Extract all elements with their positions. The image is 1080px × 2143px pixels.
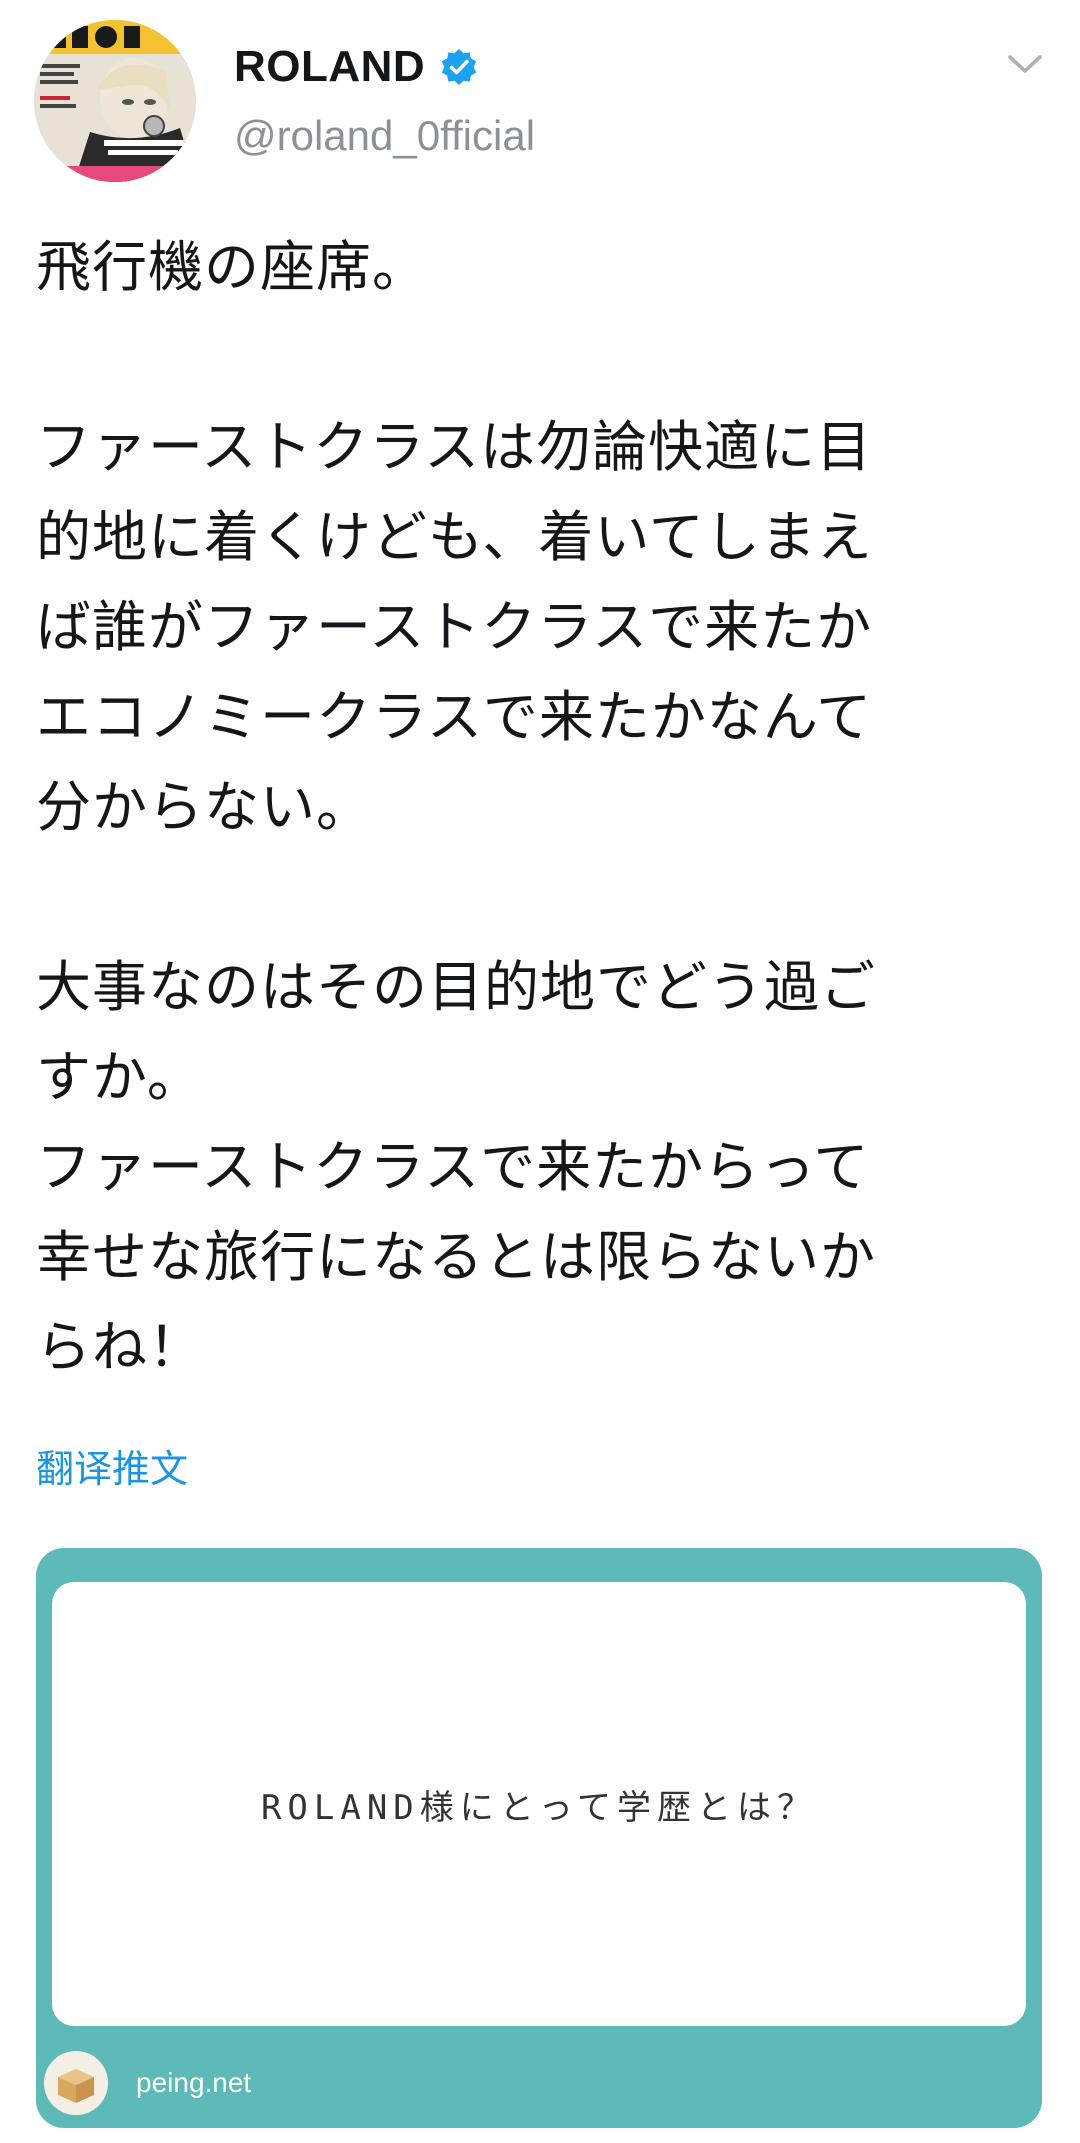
magazine-cover-avatar-icon — [34, 20, 196, 182]
tweet-line: すか。 — [36, 1045, 203, 1109]
verified-badge-icon — [439, 47, 479, 87]
tweet-line: 飛行機の座席。 — [36, 235, 429, 299]
display-name[interactable]: ROLAND — [234, 42, 425, 92]
more-options-button[interactable] — [1000, 44, 1050, 84]
tweet-line: 分からない。 — [36, 775, 373, 839]
card-question-text: ROLAND様にとって学歴とは？ — [260, 1787, 818, 1828]
chevron-down-icon — [1008, 55, 1042, 73]
user-handle[interactable]: @roland_0fficial — [234, 112, 535, 160]
tweet-line: 大事なのはその目的地でどう過ご — [36, 955, 877, 1019]
tweet-line: 幸せな旅行になるとは限らないか — [36, 1225, 877, 1289]
link-card[interactable]: ROLAND様にとって学歴とは？ peing.net — [36, 1548, 1042, 2128]
peing-box-icon — [44, 2051, 108, 2115]
tweet-line: らね！ — [36, 1315, 205, 1379]
avatar[interactable] — [34, 20, 196, 182]
tweet-line: 的地に着くけども、着いてしまえ — [36, 505, 873, 569]
tweet-line: ファーストクラスは勿論快適に目 — [36, 415, 873, 479]
card-domain: peing.net — [136, 2067, 252, 2098]
tweet-screen: ROLAND @roland_0fficial 飛行機の座席。 ファーストクラス… — [0, 0, 1080, 2143]
card-footer: peing.net — [44, 2048, 251, 2118]
tweet-line: ば誰がファーストクラスで来たか — [36, 595, 873, 659]
tweet-line: ファーストクラスで来たからって — [36, 1135, 870, 1199]
tweet-text: 飛行機の座席。 ファーストクラスは勿論快適に目 的地に着くけども、着いてしまえ … — [36, 222, 1046, 1392]
tweet-line: エコノミークラスで来たかなんて — [36, 685, 873, 749]
display-name-row[interactable]: ROLAND — [234, 38, 479, 96]
translate-tweet-link[interactable]: 翻译推文 — [36, 1438, 188, 1493]
card-question-panel: ROLAND様にとって学歴とは？ — [52, 1582, 1026, 2026]
